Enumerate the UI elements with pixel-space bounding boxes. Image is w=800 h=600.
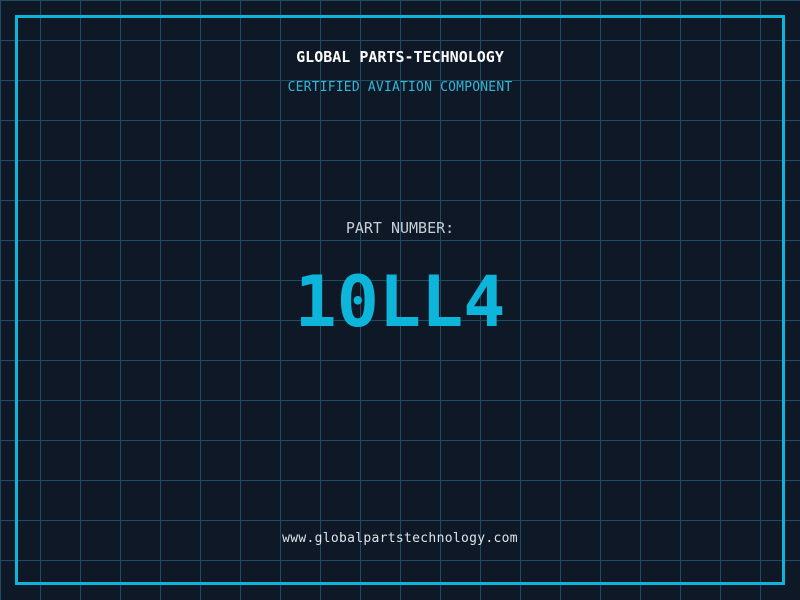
website-url: www.globalpartstechnology.com [282,531,518,546]
part-number-value: 10LL4 [294,261,506,343]
blueprint-canvas: GLOBAL PARTS-TECHNOLOGY CERTIFIED AVIATI… [0,0,800,600]
part-number-label: PART NUMBER: [345,219,455,237]
page-subtitle: CERTIFIED AVIATION COMPONENT [287,80,513,95]
page-title: GLOBAL PARTS-TECHNOLOGY [296,48,504,66]
